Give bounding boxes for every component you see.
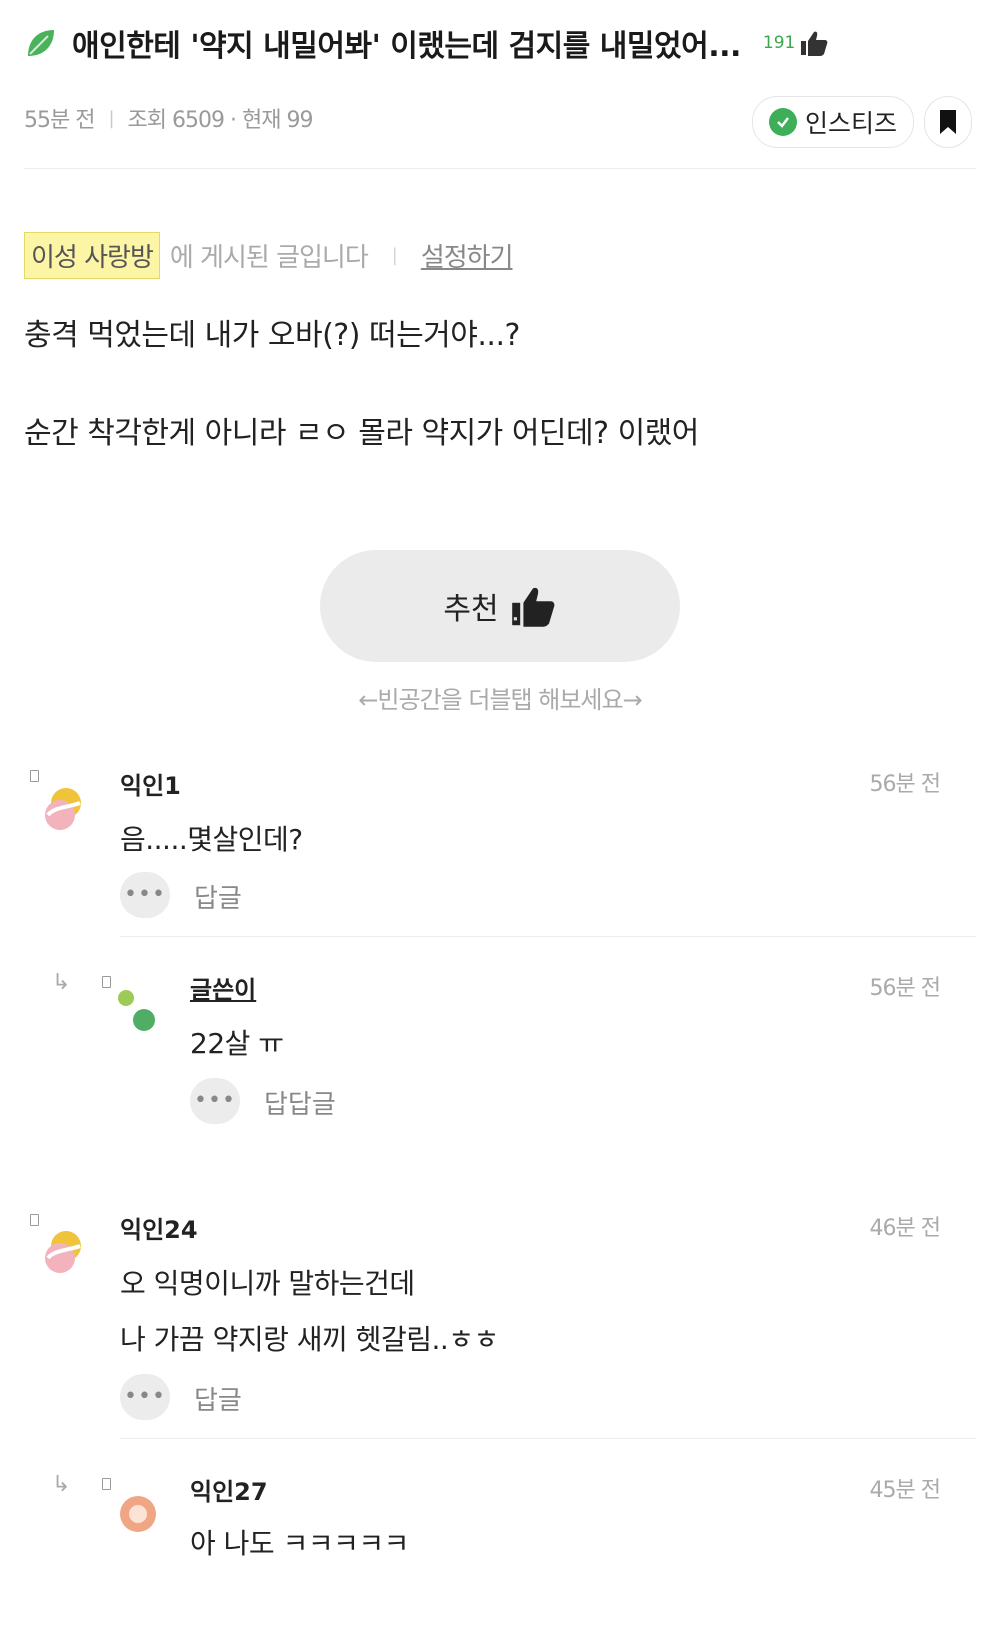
check-icon <box>768 108 797 136</box>
post-meta: 55분 전 | 조회 6509 · 현재 99 <box>24 98 314 138</box>
board-separator: | <box>391 244 398 266</box>
avatar <box>45 1231 81 1273</box>
comment-author: 익인27 <box>190 1478 268 1506</box>
more-icon: ••• <box>194 1088 236 1113</box>
avatar <box>120 1496 156 1532</box>
post-time: 55분 전 <box>24 108 95 133</box>
avatar <box>45 788 81 830</box>
more-icon: ••• <box>124 882 166 907</box>
comment-marker <box>30 770 39 782</box>
comment-more-button[interactable]: ••• <box>190 1078 240 1124</box>
reply-button[interactable]: 답답글 <box>264 1084 336 1121</box>
thumbs-up-icon <box>801 31 828 56</box>
comment-more-button[interactable]: ••• <box>120 1374 170 1420</box>
meta-separator: | <box>108 107 114 129</box>
comment-marker <box>102 976 111 988</box>
reply-arrow-icon: ↳ <box>52 1472 71 1497</box>
board-suffix: 에 게시된 글입니다 <box>169 242 369 273</box>
comment-divider <box>120 936 976 937</box>
post-title: 애인한테 '약지 내밀어봐' 이랬는데 검지를 내밀었어... <box>72 29 741 64</box>
reply-arrow-icon: ↳ <box>52 970 71 995</box>
leaf-icon <box>28 30 54 56</box>
comment-time: 46분 전 <box>869 1216 941 1241</box>
comment-time: 45분 전 <box>869 1478 941 1503</box>
like-count: 191 <box>762 33 796 53</box>
comment-text: 나 가끔 약지랑 새끼 헷갈림..ㅎㅎ <box>120 1323 499 1356</box>
avatar <box>118 990 155 1031</box>
reply-button[interactable]: 답글 <box>194 878 242 915</box>
comment-text: 22살 ㅠ <box>190 1027 284 1060</box>
comment-author[interactable]: 글쓴이 <box>190 970 256 1005</box>
recommend-label: 추천 <box>443 592 499 627</box>
comment-time: 56분 전 <box>869 772 941 797</box>
header-divider <box>24 168 976 169</box>
thumbs-up-icon <box>511 587 555 627</box>
comment-marker <box>30 1214 39 1226</box>
bookmark-button[interactable] <box>924 96 972 148</box>
comment-text: 오 익명이니까 말하는건데 <box>120 1267 415 1300</box>
bookmark-icon <box>940 110 956 134</box>
comment-time: 56분 전 <box>869 976 941 1001</box>
recommend-button[interactable]: 추천 <box>320 550 680 662</box>
settings-link[interactable]: 설정하기 <box>421 237 514 274</box>
comment-author: 익인1 <box>120 772 181 800</box>
board-info: 이성 사랑방 에 게시된 글입니다 | 설정하기 <box>24 231 514 279</box>
comment-text: 음.....몇살인데? <box>120 823 303 856</box>
comment-divider <box>120 1438 976 1439</box>
comment-text: 아 나도 ㅋㅋㅋㅋㅋ <box>190 1527 409 1560</box>
board-chip-button[interactable]: 인스티즈 <box>752 96 914 148</box>
like-counter[interactable]: 191 <box>763 28 829 58</box>
reply-button[interactable]: 답글 <box>194 1380 242 1417</box>
comment-marker <box>102 1478 111 1490</box>
post-header: 애인한테 '약지 내밀어봐' 이랬는데 검지를 내밀었어... 191 <box>24 18 974 68</box>
board-tag-link[interactable]: 이성 사랑방 <box>24 231 160 279</box>
post-body-line-1: 충격 먹었는데 내가 오바(?) 떠는거야...? <box>24 318 520 353</box>
more-icon: ••• <box>124 1384 166 1409</box>
comment-author: 익인24 <box>120 1216 198 1244</box>
double-tap-hint: ←빈공간을 더블탭 해보세요→ <box>358 686 642 714</box>
comment-more-button[interactable]: ••• <box>120 872 170 918</box>
post-views: 조회 6509 · 현재 99 <box>127 108 314 133</box>
board-chip-label: 인스티즈 <box>804 109 897 138</box>
post-body-line-2: 순간 착각한게 아니라 ㄹㅇ 몰라 약지가 어딘데? 이랬어 <box>24 416 699 451</box>
